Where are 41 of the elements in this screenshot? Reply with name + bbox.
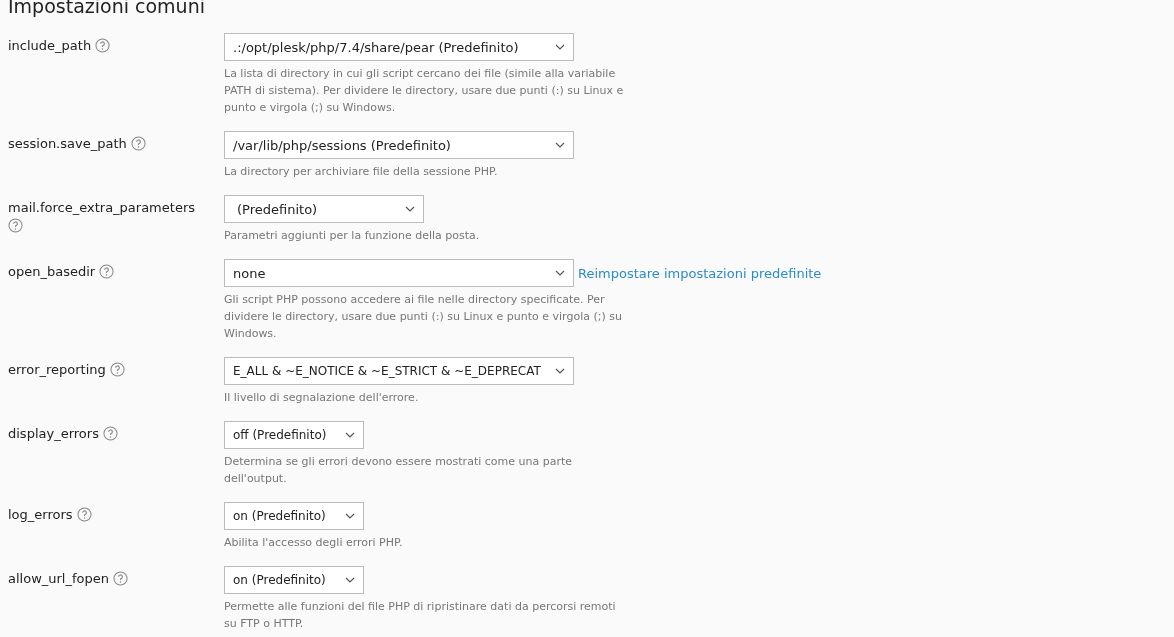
setting-label: mail.force_extra_parameters: [8, 200, 195, 215]
setting-description: Permette alle funzioni del file PHP di ripristinare dati da percorsi remoti su FTP o HTTP.: [224, 599, 617, 632]
setting-description: Determina se gli errori devono essere mostrati come una parte dell'output.: [224, 454, 573, 487]
setting-dropdown[interactable]: on (Predefinito): [224, 502, 364, 530]
setting-dropdown[interactable]: on (Predefinito): [224, 566, 364, 594]
caret-icon: [405, 206, 415, 212]
setting-dropdown[interactable]: .:/opt/plesk/php/7.4/share/pear (Predefinito): [224, 33, 574, 61]
setting-dropdown[interactable]: E_ALL & ~E_NOTICE & ~E_STRICT & ~E_DEPRECAT: [224, 357, 574, 385]
setting-label: include_path: [8, 38, 92, 53]
setting-label: display_errors: [8, 426, 99, 441]
caret-icon: [345, 432, 355, 438]
help-icon[interactable]: [103, 426, 119, 441]
setting-dropdown[interactable]: off (Predefinito): [224, 421, 364, 449]
setting-dropdown[interactable]: none: [224, 259, 574, 287]
caret-icon: [345, 577, 355, 583]
setting-label: error_reporting: [8, 362, 106, 377]
help-icon[interactable]: [109, 362, 125, 377]
setting-label: allow_url_fopen: [8, 571, 109, 586]
setting-description: La lista di directory in cui gli script cercano dei file (simile alla variabile PATH di sistema). Per dividere le directory, usare due punti (:) su Linux e punto e virgola (;) su Windows.: [224, 66, 624, 116]
setting-description: Parametri aggiunti per la funzione della posta.: [224, 228, 481, 244]
help-icon[interactable]: [76, 507, 92, 522]
help-icon[interactable]: [8, 218, 23, 233]
caret-icon: [555, 270, 565, 276]
caret-icon: [555, 44, 565, 50]
setting-dropdown[interactable]: /var/lib/php/sessions (Predefinito): [224, 131, 574, 159]
setting-description: Gli script PHP possono accedere ai file nelle directory specificate. Per dividere le directory, usare due punti (:) su Linux e punto e virgola (;) su Windows.: [224, 292, 623, 342]
setting-label: session.save_path: [8, 136, 127, 151]
help-icon[interactable]: [113, 571, 129, 586]
reset-link[interactable]: Reimpostare impostazioni predefinite: [578, 265, 822, 281]
help-icon[interactable]: [130, 136, 146, 151]
setting-description: Abilita l'accesso degli errori PHP.: [224, 535, 404, 551]
setting-description: La directory per archiviare file della sessione PHP.: [224, 164, 499, 180]
help-icon[interactable]: [95, 38, 111, 53]
setting-label: log_errors: [8, 507, 73, 522]
caret-icon: [555, 368, 565, 374]
setting-dropdown[interactable]: (Predefinito): [224, 195, 424, 223]
help-icon[interactable]: [99, 264, 115, 279]
setting-label: open_basedir: [8, 264, 96, 279]
setting-description: Il livello di segnalazione dell'errore.: [224, 390, 420, 406]
caret-icon: [345, 513, 355, 519]
caret-icon: [555, 142, 565, 148]
